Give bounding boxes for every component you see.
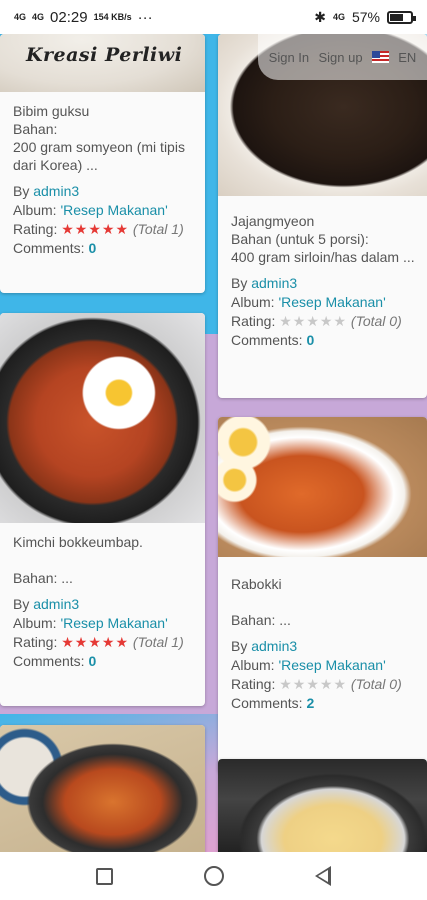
by-label: By — [13, 183, 30, 199]
recipe-image[interactable] — [0, 725, 205, 865]
author-link[interactable]: admin3 — [251, 638, 297, 654]
recipe-card-jajangmyeon[interactable]: Jajangmyeon Bahan (untuk 5 porsi): 400 g… — [218, 34, 427, 398]
album-link[interactable]: 'Resep Makanan' — [278, 657, 385, 673]
network-speed: 154 KB/s — [93, 11, 132, 22]
recipe-meta: By admin3 Album: 'Resep Makanan' Rating:… — [231, 274, 415, 349]
clock: 02:29 — [50, 8, 88, 26]
album-label: Album: — [13, 202, 57, 218]
signal-icon: 4G — [14, 11, 27, 22]
rating-stars[interactable]: ★★★★★ — [279, 675, 347, 693]
album-label: Album: — [231, 294, 275, 310]
rating-total: (Total 0) — [350, 313, 402, 329]
by-label: By — [231, 275, 248, 291]
recipe-description: Bahan: ... — [231, 612, 291, 628]
comments-label: Comments: — [231, 332, 303, 348]
battery-icon — [387, 10, 416, 24]
top-navigation: Sign In Sign up EN — [258, 34, 427, 80]
card-body: Jajangmyeon Bahan (untuk 5 porsi): 400 g… — [218, 196, 427, 361]
recipe-card-partial[interactable] — [0, 725, 205, 865]
sign-up-link[interactable]: Sign up — [318, 50, 362, 65]
recipe-image[interactable] — [0, 313, 205, 523]
recent-apps-square-icon[interactable] — [95, 867, 113, 885]
signal-icon-2: 4G — [32, 11, 45, 22]
recipe-card-rabokki[interactable]: Rabokki Bahan: ... By admin3 Album: 'Res… — [218, 417, 427, 773]
card-body: Kimchi bokkeumbap. Bahan: ... By admin3 … — [0, 523, 205, 682]
recipe-card-bibim-guksu[interactable]: Kreasi Perliwi Bibim guksu Bahan: 200 gr… — [0, 34, 205, 293]
recipe-meta: By admin3 Album: 'Resep Makanan' Rating:… — [231, 637, 415, 712]
by-label: By — [13, 596, 30, 612]
recipe-title[interactable]: Kimchi bokkeumbap. — [13, 533, 193, 551]
rating-label: Rating: — [13, 221, 58, 237]
rating-label: Rating: — [231, 676, 276, 692]
album-label: Album: — [231, 657, 275, 673]
recipe-title[interactable]: Jajangmyeon — [231, 212, 415, 230]
album-link[interactable]: 'Resep Makanan' — [60, 615, 167, 631]
album-link[interactable]: 'Resep Makanan' — [60, 202, 167, 218]
lte-icon: 4G — [332, 11, 345, 22]
rating-stars[interactable]: ★★★★★ — [61, 220, 129, 238]
card-body: Rabokki Bahan: ... By admin3 Album: 'Res… — [218, 557, 427, 724]
comments-label: Comments: — [13, 240, 85, 256]
author-link[interactable]: admin3 — [33, 596, 79, 612]
comments-count[interactable]: 0 — [88, 653, 96, 669]
author-link[interactable]: admin3 — [33, 183, 79, 199]
author-link[interactable]: admin3 — [251, 275, 297, 291]
recipe-image[interactable]: Kreasi Perliwi — [0, 34, 205, 92]
battery-percent: 57% — [351, 9, 380, 25]
system-navigation-bar — [0, 852, 427, 900]
rating-total: (Total 0) — [350, 676, 402, 692]
rating-total: (Total 1) — [132, 221, 184, 237]
bluetooth-icon: ✱ — [314, 8, 326, 25]
album-link[interactable]: 'Resep Makanan' — [278, 294, 385, 310]
recipe-card-kimchi-bokkeumbap[interactable]: Kimchi bokkeumbap. Bahan: ... By admin3 … — [0, 313, 205, 706]
back-triangle-icon[interactable] — [315, 866, 332, 886]
rating-label: Rating: — [13, 634, 58, 650]
recipe-card-partial-2[interactable] — [218, 759, 427, 859]
recipe-image[interactable] — [218, 759, 427, 859]
comments-count[interactable]: 0 — [88, 240, 96, 256]
comments-label: Comments: — [13, 653, 85, 669]
comments-label: Comments: — [231, 695, 303, 711]
recipe-description: Bahan: ... — [13, 570, 73, 586]
site-logo: Kreasi Perliwi — [26, 44, 183, 66]
comments-count[interactable]: 2 — [306, 695, 314, 711]
rating-stars[interactable]: ★★★★★ — [279, 312, 347, 330]
by-label: By — [231, 638, 248, 654]
overflow-icon: ··· — [137, 8, 153, 26]
album-label: Album: — [13, 615, 57, 631]
recipe-meta: By admin3 Album: 'Resep Makanan' Rating:… — [13, 595, 193, 670]
status-bar: 4G 4G 02:29 154 KB/s ··· ✱ 4G 57% — [0, 0, 427, 34]
recipe-image[interactable] — [218, 417, 427, 557]
recipe-title[interactable]: Bibim guksu — [13, 102, 193, 120]
home-circle-icon[interactable] — [203, 866, 224, 886]
card-body: Bibim guksu Bahan: 200 gram somyeon (mi … — [0, 92, 205, 269]
recipe-description: Bahan (untuk 5 porsi): 400 gram sirloin/… — [231, 231, 415, 265]
comments-count[interactable]: 0 — [306, 332, 314, 348]
us-flag-icon[interactable] — [371, 51, 389, 63]
recipe-description: Bahan: 200 gram somyeon (mi tipis dari K… — [13, 121, 185, 173]
recipe-title[interactable]: Rabokki — [231, 575, 415, 593]
language-selector[interactable]: EN — [398, 50, 416, 65]
rating-label: Rating: — [231, 313, 276, 329]
rating-stars[interactable]: ★★★★★ — [61, 633, 129, 651]
rating-total: (Total 1) — [132, 634, 184, 650]
sign-in-link[interactable]: Sign In — [269, 50, 309, 65]
recipe-meta: By admin3 Album: 'Resep Makanan' Rating:… — [13, 182, 193, 257]
